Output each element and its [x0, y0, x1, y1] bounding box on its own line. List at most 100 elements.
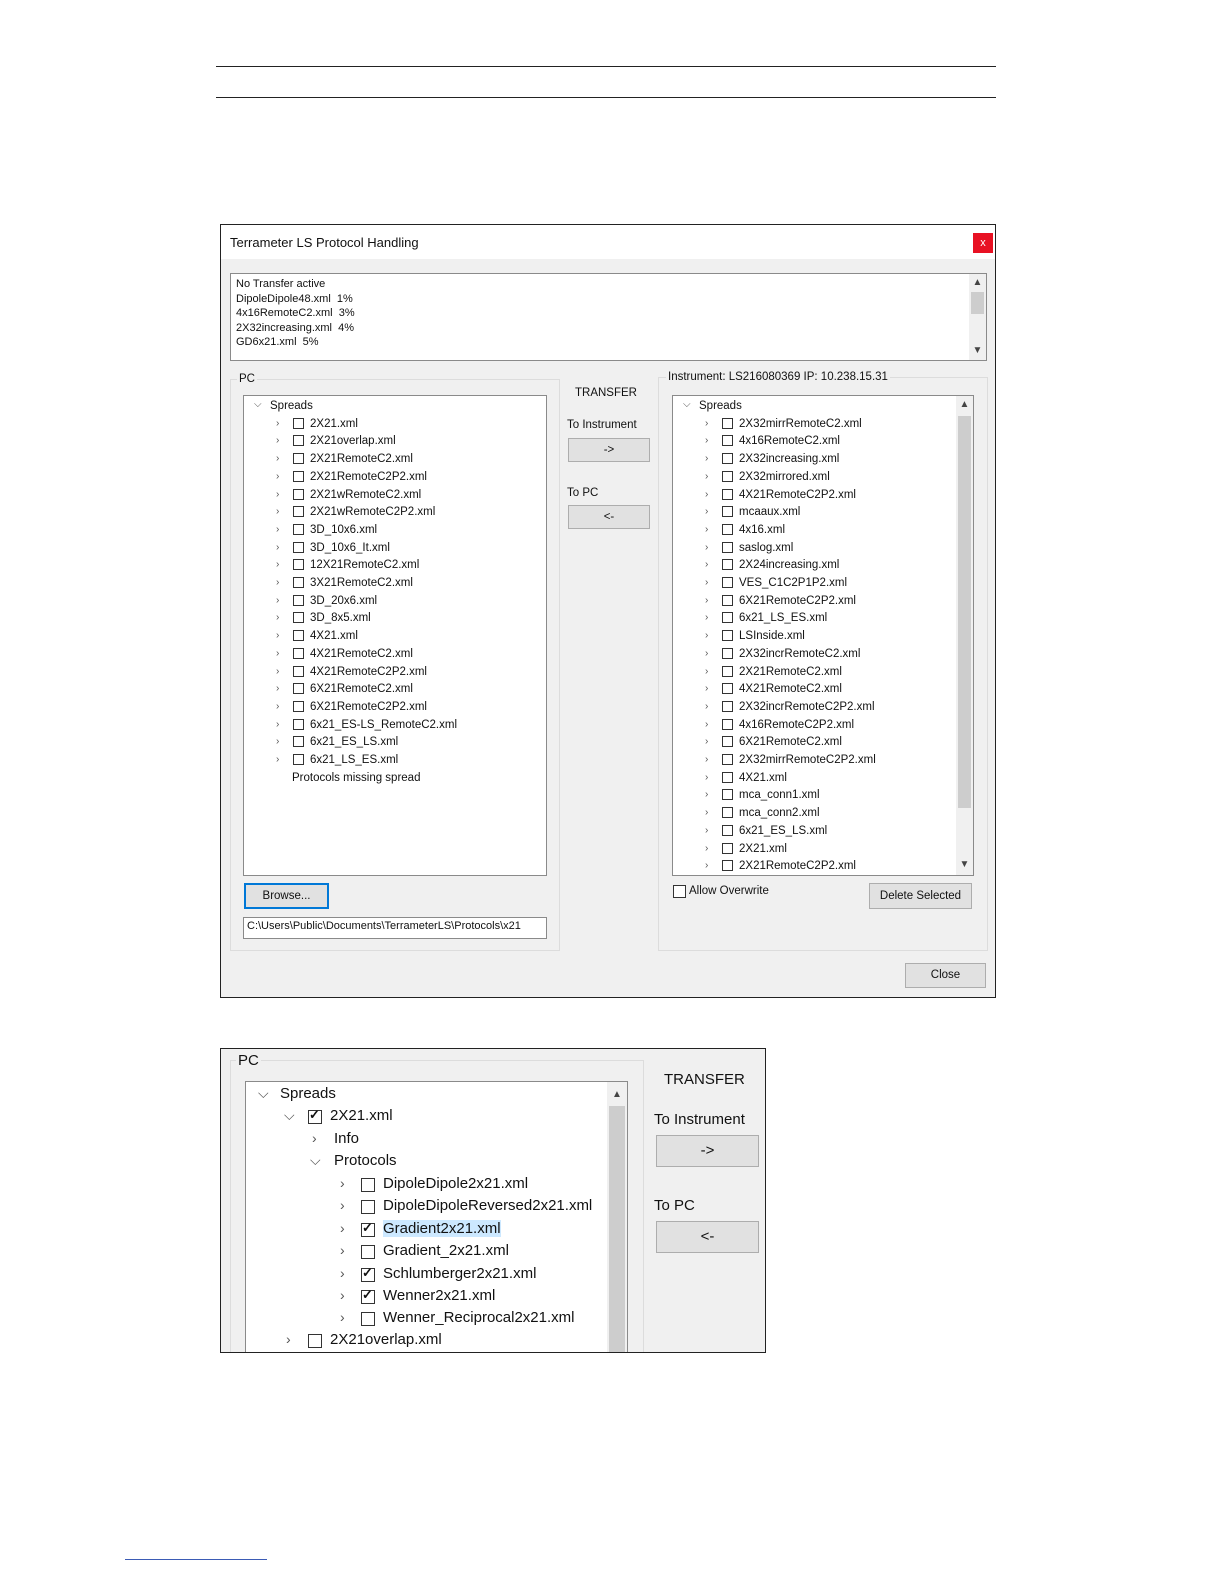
item-checkbox[interactable]: [722, 860, 733, 872]
tree-item[interactable]: › 2X21.xml: [673, 841, 953, 859]
pc-tree[interactable]: ⌵ Spreads › 2X21.xml › 2X21overlap.xml › 2X21Re…: [243, 395, 547, 876]
zoom-to-instrument-button[interactable]: ->: [656, 1135, 759, 1167]
chevron-right-icon[interactable]: ›: [705, 435, 708, 446]
tree-item[interactable]: › 2X32mirrored.xml: [673, 469, 953, 487]
chevron-right-icon[interactable]: ›: [276, 648, 279, 659]
tree-item[interactable]: › 2X24increasing.xml: [673, 557, 953, 575]
tree-item[interactable]: › 3D_20x6.xml: [244, 593, 524, 611]
tree-item[interactable]: › 4x16RemoteC2.xml: [673, 433, 953, 451]
item-checkbox[interactable]: [293, 559, 304, 571]
item-checkbox[interactable]: [722, 807, 733, 819]
chevron-right-icon[interactable]: ›: [705, 683, 708, 694]
tree-item[interactable]: › 6X21RemoteC2P2.xml: [244, 699, 524, 717]
item-checkbox[interactable]: [722, 700, 733, 712]
zoom-tree-protocols[interactable]: ⌵ Protocols: [246, 1151, 606, 1173]
chevron-right-icon[interactable]: ›: [705, 666, 708, 677]
chevron-right-icon[interactable]: ›: [340, 1197, 345, 1213]
tree-item[interactable]: › 6x21_LS_ES.xml: [244, 752, 524, 770]
unchecked-checkbox[interactable]: [361, 1245, 375, 1260]
item-checkbox[interactable]: [722, 488, 733, 500]
zoom-to-pc-button[interactable]: <-: [656, 1221, 759, 1253]
chevron-right-icon[interactable]: ›: [705, 754, 708, 765]
allow-overwrite-checkbox[interactable]: [673, 885, 686, 898]
chevron-right-icon[interactable]: ›: [276, 612, 279, 623]
scroll-thumb[interactable]: [958, 416, 971, 808]
tree-item[interactable]: › 2X32mirrRemoteC2P2.xml: [673, 752, 953, 770]
chevron-right-icon[interactable]: ›: [276, 471, 279, 482]
tree-item[interactable]: › 12X21RemoteC2.xml: [244, 557, 524, 575]
tree-item[interactable]: › 3X21RemoteC2.xml: [244, 575, 524, 593]
item-checkbox[interactable]: [293, 577, 304, 588]
tree-item[interactable]: › 2X32incrRemoteC2P2.xml: [673, 699, 953, 717]
item-checkbox[interactable]: [722, 470, 733, 482]
checked-checkbox[interactable]: [361, 1287, 375, 1304]
tree-item[interactable]: › VES_C1C2P1P2.xml: [673, 575, 953, 593]
scroll-up-icon[interactable]: ▲: [969, 276, 986, 290]
item-checkbox[interactable]: [293, 594, 304, 606]
item-checkbox[interactable]: [722, 417, 733, 429]
tree-item[interactable]: › 6X21RemoteC2.xml: [244, 681, 524, 699]
zoom-protocol-item[interactable]: › DipoleDipole2x21.xml: [246, 1174, 606, 1196]
item-checkbox[interactable]: [722, 453, 733, 465]
tree-item[interactable]: › 2X21RemoteC2.xml: [244, 451, 524, 469]
chevron-down-icon[interactable]: ⌵: [258, 1085, 269, 1102]
tree-item[interactable]: › mca_conn1.xml: [673, 787, 953, 805]
close-window-button[interactable]: x: [973, 233, 993, 253]
zoom-protocol-item[interactable]: › Gradient_2x21.xml: [246, 1241, 606, 1263]
item-checkbox[interactable]: [293, 488, 304, 500]
tree-item[interactable]: › 6x21_ES_LS.xml: [244, 734, 524, 752]
tree-item[interactable]: › 3D_8x5.xml: [244, 610, 524, 628]
zoom-tree-spread[interactable]: ⌵ 2X21.xml: [246, 1106, 606, 1128]
zoom-pc-tree[interactable]: ▲ ⌵ Spreads ⌵ 2X21.xml › Info ⌵ Protocols › Dipol…: [245, 1081, 628, 1352]
chevron-right-icon[interactable]: ›: [705, 471, 708, 482]
item-checkbox[interactable]: [722, 647, 733, 659]
zoom-tree-root[interactable]: ⌵ Spreads: [246, 1084, 606, 1106]
unchecked-checkbox[interactable]: [361, 1312, 375, 1327]
instrument-tree[interactable]: ▲ ▼ ⌵ Spreads › 2X32mirrRemoteC2.xml › 4x16Re…: [672, 395, 974, 876]
tree-item[interactable]: › 2X21RemoteC2P2.xml: [673, 858, 953, 875]
chevron-right-icon[interactable]: ›: [276, 683, 279, 694]
item-checkbox[interactable]: [722, 523, 733, 535]
log-scrollbar[interactable]: ▲ ▼: [969, 274, 986, 360]
item-checkbox[interactable]: [293, 417, 304, 429]
chevron-right-icon[interactable]: ›: [705, 648, 708, 659]
tree-item[interactable]: › 4X21RemoteC2P2.xml: [673, 487, 953, 505]
chevron-right-icon[interactable]: ›: [705, 418, 708, 429]
tree-item[interactable]: › 4X21.xml: [673, 770, 953, 788]
zoom-tree-info[interactable]: › Info: [246, 1129, 606, 1151]
to-pc-button[interactable]: <-: [568, 505, 650, 529]
tree-item[interactable]: › 4X21RemoteC2.xml: [244, 646, 524, 664]
zoom-protocol-item[interactable]: › Wenner2x21.xml: [246, 1286, 606, 1308]
tree-item[interactable]: › 2X32incrRemoteC2.xml: [673, 646, 953, 664]
scroll-thumb[interactable]: [971, 292, 984, 314]
item-checkbox[interactable]: [293, 665, 304, 677]
zoom-protocol-item[interactable]: › Gradient2x21.xml: [246, 1219, 606, 1241]
tree-item[interactable]: › 4X21.xml: [244, 628, 524, 646]
chevron-right-icon[interactable]: ›: [705, 860, 708, 871]
chevron-right-icon[interactable]: ›: [705, 595, 708, 606]
scroll-thumb[interactable]: [609, 1106, 625, 1352]
item-checkbox[interactable]: [722, 630, 733, 642]
tree-item[interactable]: › 2X21.xml: [244, 416, 524, 434]
scroll-down-icon[interactable]: ▼: [956, 858, 973, 872]
chevron-right-icon[interactable]: ›: [705, 559, 708, 570]
browse-button[interactable]: Browse...: [244, 883, 329, 909]
close-button[interactable]: Close: [905, 963, 986, 988]
chevron-right-icon[interactable]: ›: [276, 666, 279, 677]
tree-item[interactable]: › 2X21RemoteC2P2.xml: [244, 469, 524, 487]
checked-checkbox[interactable]: [308, 1107, 322, 1124]
item-checkbox[interactable]: [293, 630, 304, 642]
chevron-right-icon[interactable]: ›: [340, 1242, 345, 1258]
zoom-protocol-item[interactable]: › Wenner_Reciprocal2x21.xml: [246, 1308, 606, 1330]
tree-item[interactable]: › 6X21RemoteC2.xml: [673, 734, 953, 752]
item-checkbox[interactable]: [293, 612, 304, 624]
chevron-down-icon[interactable]: ⌵: [284, 1107, 295, 1124]
tree-item[interactable]: › 3D_10x6_It.xml: [244, 540, 524, 558]
chevron-right-icon[interactable]: ›: [705, 789, 708, 800]
item-checkbox[interactable]: [722, 718, 733, 730]
item-checkbox[interactable]: [722, 506, 733, 518]
zoom-protocol-item[interactable]: › Schlumberger2x21.xml: [246, 1264, 606, 1286]
tree-item[interactable]: › 6X21RemoteC2P2.xml: [673, 593, 953, 611]
item-checkbox[interactable]: [293, 718, 304, 730]
chevron-right-icon[interactable]: ›: [705, 701, 708, 712]
